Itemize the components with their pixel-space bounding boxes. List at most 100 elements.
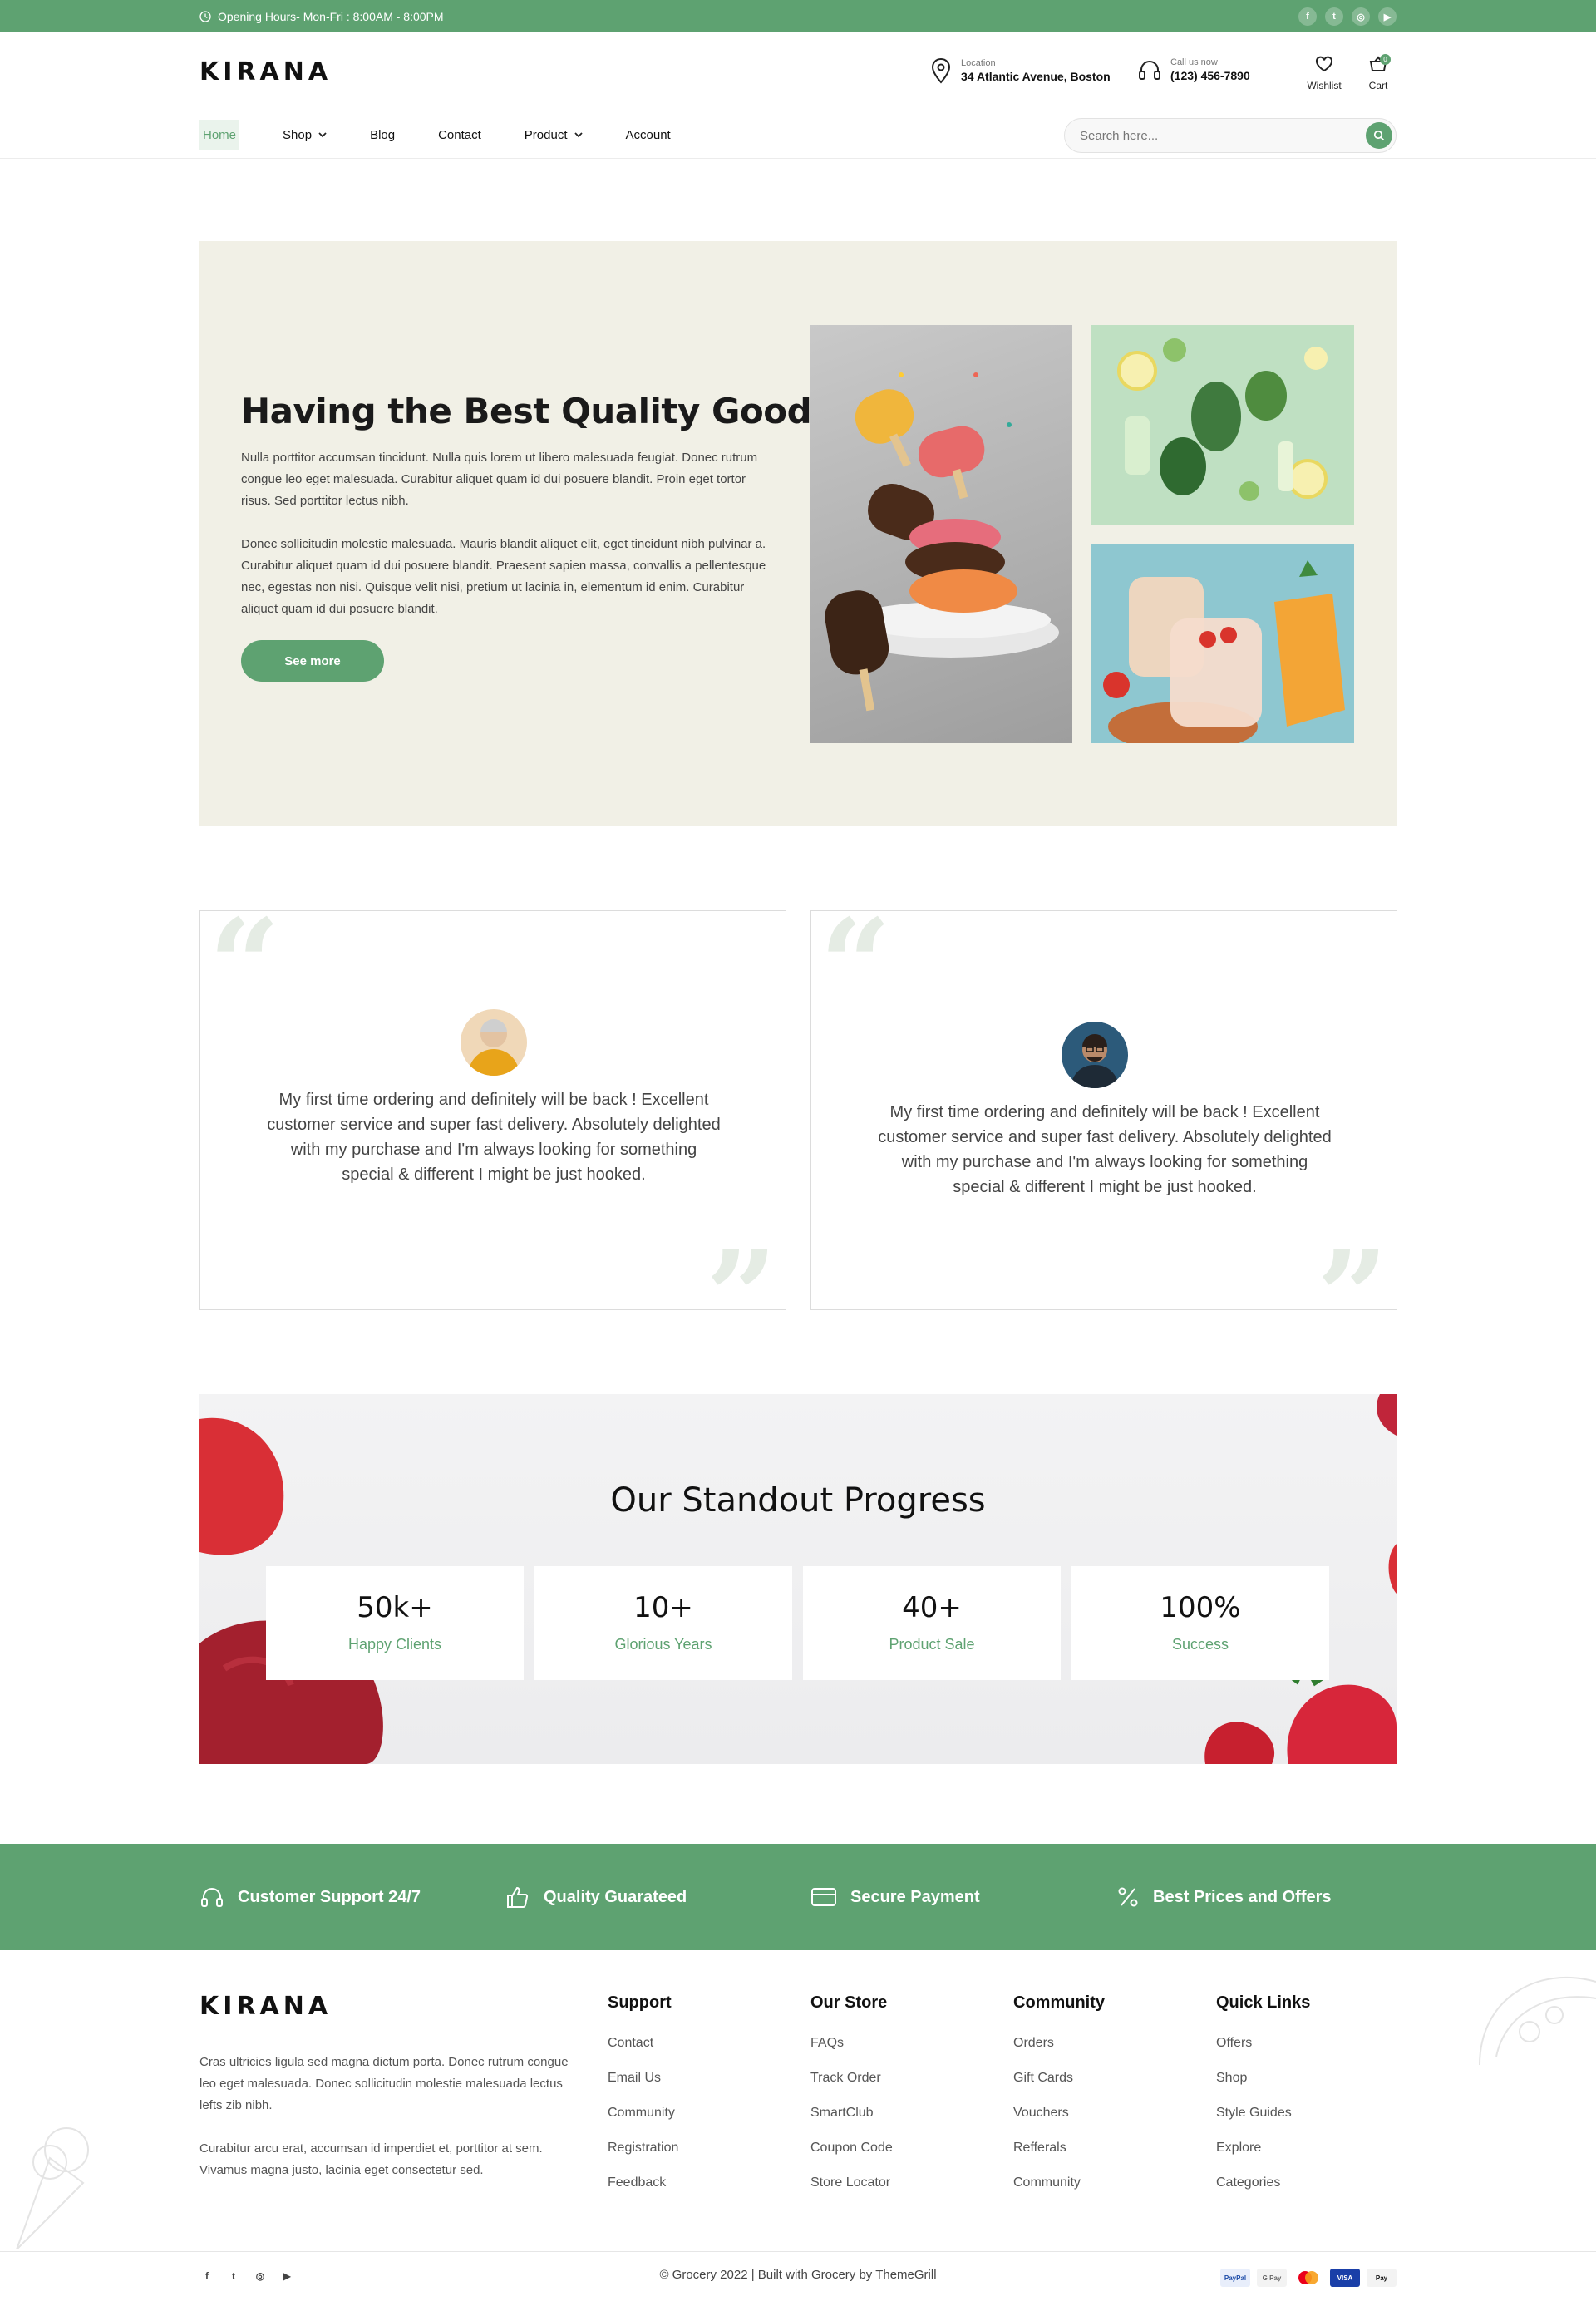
testimonial-text: My first time ordering and definitely wi… — [267, 1091, 721, 1184]
footer-link[interactable]: Offers — [1216, 2036, 1310, 2054]
footer-link[interactable]: Gift Cards — [1013, 2071, 1105, 2089]
wishlist-label: Wishlist — [1307, 80, 1342, 91]
footer-col-quick-links: Quick Links Offers Shop Style Guides Exp… — [1216, 1993, 1310, 2210]
cart-label: Cart — [1368, 80, 1388, 91]
search-icon — [1373, 130, 1385, 141]
feature-payment: Secure Payment — [810, 1844, 980, 1950]
nav-account[interactable]: Account — [626, 128, 671, 142]
nav-contact-label: Contact — [438, 128, 481, 142]
stat-value: 50k+ — [357, 1591, 433, 1624]
testimonial-text: My first time ordering and definitely wi… — [878, 1103, 1332, 1196]
nav-contact[interactable]: Contact — [438, 128, 481, 142]
feature-quality: Quality Guarateed — [505, 1844, 687, 1950]
header-call: Call us now (123) 456-7890 — [1137, 57, 1250, 82]
chevron-down-icon — [318, 132, 327, 138]
stat-card: 50k+ Happy Clients — [266, 1566, 524, 1680]
footer-text-1: Cras ultricies ligula sed magna dictum p… — [200, 2055, 569, 2112]
footer-link[interactable]: Categories — [1216, 2175, 1310, 2194]
twitter-icon[interactable]: t — [1325, 7, 1343, 26]
mastercard-icon — [1293, 2269, 1323, 2287]
hero-section: Having the Best Quality Goods Nulla port… — [200, 241, 1396, 826]
stat-card: 10+ Glorious Years — [534, 1566, 792, 1680]
facebook-icon[interactable]: f — [1298, 7, 1317, 26]
footer-link[interactable]: SmartClub — [810, 2106, 893, 2124]
progress-title: Our Standout Progress — [610, 1481, 986, 1520]
footer-link[interactable]: Email Us — [608, 2071, 678, 2089]
stat-value: 40+ — [902, 1591, 962, 1624]
footer-link[interactable]: Track Order — [810, 2071, 893, 2089]
heart-icon — [1315, 56, 1333, 72]
footer-link[interactable]: Shop — [1216, 2071, 1310, 2089]
top-bar: Opening Hours- Mon-Fri : 8:00AM - 8:00PM… — [0, 0, 1596, 32]
search-box — [1064, 118, 1396, 153]
nav-home-label: Home — [203, 128, 237, 142]
stat-card: 100% Success — [1071, 1566, 1329, 1680]
footer-link[interactable]: Style Guides — [1216, 2106, 1310, 2124]
headphones-icon — [201, 1888, 223, 1907]
nav-home[interactable]: Home — [200, 120, 240, 150]
footer-link[interactable]: Explore — [1216, 2141, 1310, 2159]
visa-icon: VISA — [1330, 2269, 1360, 2287]
footer-divider — [0, 2251, 1596, 2252]
stat-label: Happy Clients — [347, 1636, 442, 1653]
see-more-button[interactable]: See more — [241, 640, 384, 682]
footer-logo[interactable]: KIRANA — [200, 1992, 332, 2021]
hero-title: Having the Best Quality Goods — [241, 391, 832, 431]
footer-link[interactable]: Community — [1013, 2175, 1105, 2194]
footer-link[interactable]: Registration — [608, 2141, 678, 2159]
footer-link[interactable]: Feedback — [608, 2175, 678, 2194]
quote-close-icon: ” — [705, 1224, 777, 1370]
taco-illustration — [1479, 1976, 1596, 2066]
youtube-icon[interactable]: ▶ — [1378, 7, 1396, 26]
footer-link[interactable]: Coupon Code — [810, 2141, 893, 2159]
call-value[interactable]: (123) 456-7890 — [1170, 69, 1250, 82]
footer-link[interactable]: Vouchers — [1013, 2106, 1105, 2124]
site-logo[interactable]: KIRANA — [200, 57, 332, 86]
footer-col-title: Our Store — [810, 1993, 888, 2012]
opening-hours-text: Opening Hours- Mon-Fri : 8:00AM - 8:00PM — [218, 9, 444, 23]
hero-image-popsicles — [810, 325, 1072, 743]
site-footer: KIRANA Cras ultricies ligula sed magna d… — [0, 1950, 1596, 2311]
search-button[interactable] — [1366, 122, 1392, 149]
features-band: Customer Support 24/7 Quality Guarateed … — [0, 1844, 1596, 1950]
feature-label: Customer Support 24/7 — [238, 1887, 421, 1906]
stat-label: Glorious Years — [614, 1636, 712, 1653]
feature-label: Secure Payment — [850, 1887, 980, 1906]
nav-shop[interactable]: Shop — [283, 128, 327, 142]
hero-image-smoothies — [1091, 544, 1354, 743]
nav-blog[interactable]: Blog — [370, 128, 395, 142]
location-pin-icon — [931, 57, 951, 84]
feature-label: Best Prices and Offers — [1153, 1887, 1332, 1906]
testimonial-card: “ My first time ordering and definitely … — [810, 903, 1397, 1359]
quote-open-icon: “ — [209, 892, 281, 1038]
stat-card: 40+ Product Sale — [803, 1566, 1061, 1680]
search-input[interactable] — [1065, 119, 1339, 152]
wishlist-button[interactable]: Wishlist — [1303, 56, 1345, 91]
stat-label: Product Sale — [889, 1636, 975, 1653]
footer-link[interactable]: FAQs — [810, 2036, 893, 2054]
nav-product[interactable]: Product — [525, 128, 583, 142]
footer-link[interactable]: Community — [608, 2106, 678, 2124]
footer-link[interactable]: Refferals — [1013, 2141, 1105, 2159]
nav-account-label: Account — [625, 128, 671, 142]
call-label: Call us now — [1170, 57, 1218, 67]
cart-button[interactable]: 0 Cart — [1357, 54, 1399, 91]
instagram-icon[interactable]: ◎ — [1352, 7, 1370, 26]
opening-hours: Opening Hours- Mon-Fri : 8:00AM - 8:00PM — [200, 0, 444, 32]
progress-section: Our Standout Progress 50k+ Happy Clients… — [200, 1394, 1396, 1764]
payment-methods: PayPal G Pay VISA Pay — [1220, 2269, 1396, 2287]
header-location: Location 34 Atlantic Avenue, Boston — [929, 57, 1111, 84]
footer-col-title: Support — [608, 1993, 672, 2012]
footer-link[interactable]: Contact — [608, 2036, 678, 2054]
location-label: Location — [961, 58, 996, 68]
footer-col-title: Community — [1013, 1993, 1105, 2012]
cart-count-badge: 0 — [1380, 54, 1391, 65]
footer-text-2: Curabitur arcu erat, accumsan id imperdi… — [200, 2141, 543, 2177]
feature-prices: Best Prices and Offers — [1116, 1844, 1332, 1950]
footer-link[interactable]: Store Locator — [810, 2175, 893, 2194]
footer-link[interactable]: Orders — [1013, 2036, 1105, 2054]
site-header: KIRANA Location 34 Atlantic Avenue, Bost… — [0, 32, 1596, 111]
clock-icon — [200, 10, 211, 22]
headphones-icon — [1139, 61, 1160, 80]
nav-shop-label: Shop — [283, 128, 313, 142]
